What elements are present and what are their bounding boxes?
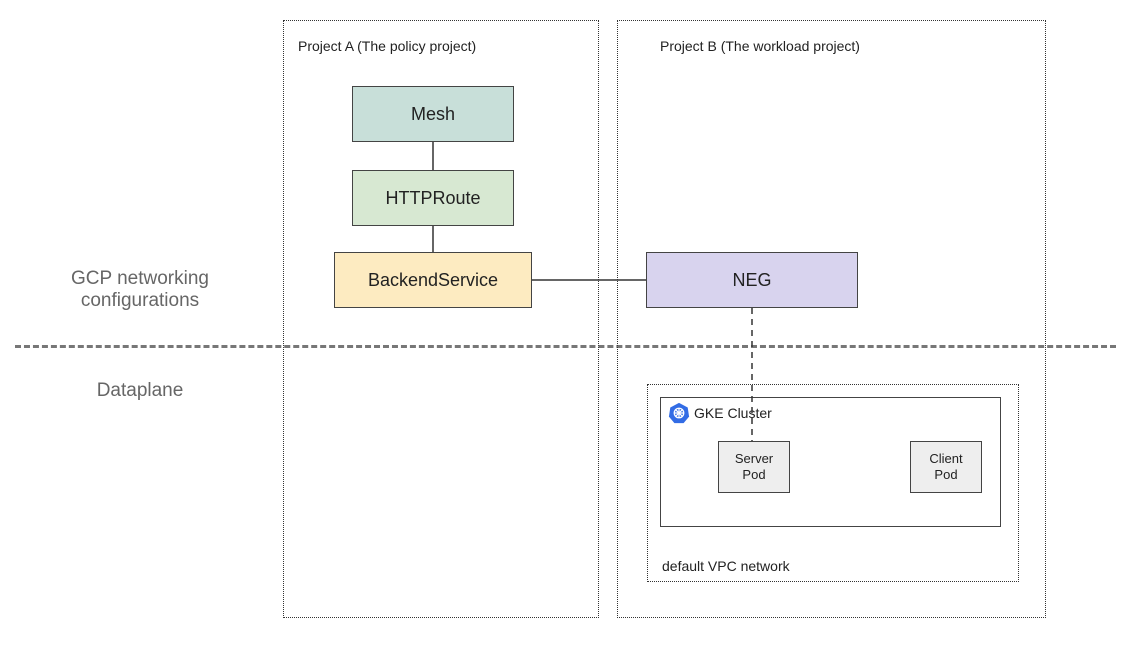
mesh-node: Mesh xyxy=(352,86,514,142)
backendservice-label: BackendService xyxy=(368,270,498,291)
side-label-gcp: GCP networking configurations xyxy=(40,268,240,312)
mesh-label: Mesh xyxy=(411,104,455,125)
httproute-label: HTTPRoute xyxy=(385,188,480,209)
side-label-dataplane: Dataplane xyxy=(40,380,240,402)
neg-node: NEG xyxy=(646,252,858,308)
backendservice-node: BackendService xyxy=(334,252,532,308)
neg-label: NEG xyxy=(732,270,771,291)
project-b-title: Project B (The workload project) xyxy=(660,38,860,54)
k8s-wheel-icon xyxy=(668,402,690,424)
architecture-diagram: GCP networking configurations Dataplane … xyxy=(0,0,1126,650)
server-pod-node: Server Pod xyxy=(718,441,790,493)
gke-cluster-label: GKE Cluster xyxy=(694,405,772,421)
httproute-node: HTTPRoute xyxy=(352,170,514,226)
project-a-title: Project A (The policy project) xyxy=(298,38,476,54)
client-pod-node: Client Pod xyxy=(910,441,982,493)
vpc-network-label: default VPC network xyxy=(662,558,790,574)
